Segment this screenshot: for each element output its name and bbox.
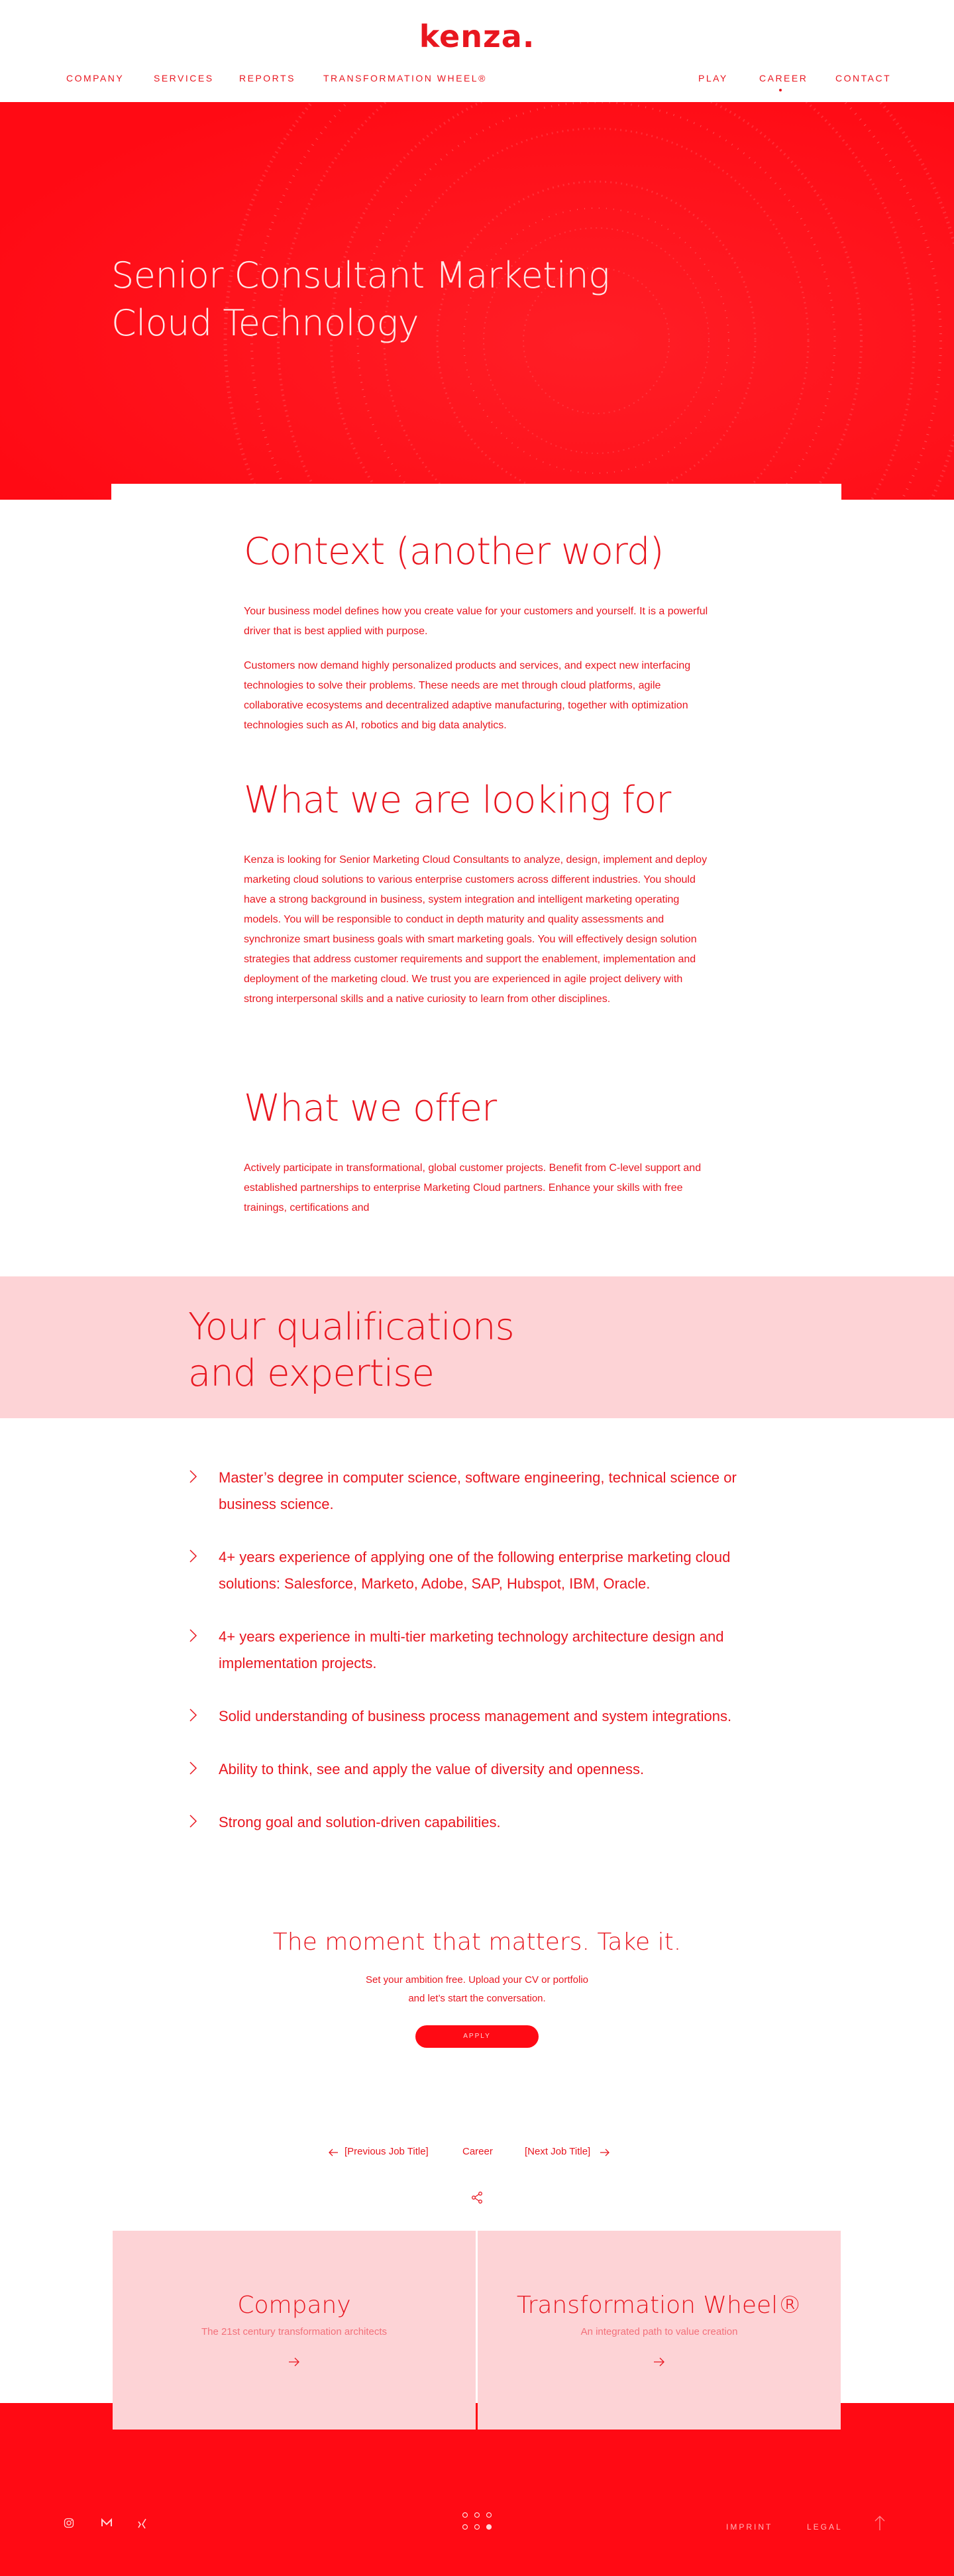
content-card-top	[111, 484, 841, 510]
nav-item-contact[interactable]: CONTACT	[835, 73, 891, 84]
offer-heading: What we offer	[244, 1087, 497, 1130]
qualification-text: Master’s degree in computer science, sof…	[219, 1469, 737, 1512]
nav-item-services[interactable]: SERVICES	[154, 73, 214, 84]
scroll-to-top-icon[interactable]	[873, 2514, 886, 2532]
instagram-icon[interactable]	[64, 2518, 74, 2528]
chevron-right-icon	[189, 1815, 197, 1828]
apply-button[interactable]: APPLY	[415, 2025, 539, 2048]
qualification-text: Ability to think, see and apply the valu…	[219, 1761, 645, 1777]
job-title: Senior Consultant Marketing Cloud Techno…	[111, 254, 610, 344]
qualification-text: 4+ years experience in multi-tier market…	[219, 1628, 724, 1671]
qualifications-heading: Your qualifications and expertise	[188, 1304, 515, 1397]
cta-subtext: Set your ambition free. Upload your CV o…	[0, 1971, 954, 2008]
arrow-left-icon[interactable]	[327, 2148, 339, 2157]
qualifications-heading-line-1: Your qualifications	[188, 1306, 515, 1349]
legal-link[interactable]: LEGAL	[807, 2522, 843, 2532]
teaser-subtitle: The 21st century transformation architec…	[201, 2326, 388, 2337]
next-job-link[interactable]: [Next Job Title]	[525, 2146, 590, 2157]
qualification-text: Solid understanding of business process …	[219, 1708, 732, 1724]
chevron-right-icon	[189, 1629, 197, 1642]
share-icon[interactable]	[470, 2191, 484, 2204]
qualification-text: Strong goal and solution-driven capabili…	[219, 1814, 501, 1830]
teaser-title: Transformation Wheel®	[516, 2292, 802, 2319]
arrow-right-icon[interactable]	[599, 2148, 611, 2157]
kenza-logo[interactable]: kenza.	[0, 19, 954, 54]
cta-subtext-line-2: and let’s start the conversation.	[408, 1993, 546, 2004]
cta-heading: The moment that matters. Take it.	[272, 1929, 682, 1956]
transformation-wheel-teaser-card[interactable]: Transformation Wheel® An integrated path…	[478, 2231, 841, 2430]
medium-icon[interactable]	[101, 2518, 113, 2528]
context-paragraph-2: Customers now demand highly personalized…	[244, 660, 691, 731]
qualification-text: 4+ years experience of applying one of t…	[219, 1549, 731, 1592]
qualifications-band: Your qualifications and expertise	[0, 1276, 954, 1418]
looking-for-heading: What we are looking for	[244, 779, 671, 822]
active-nav-indicator	[779, 89, 782, 91]
looking-for-paragraph: Kenza is looking for Senior Marketing Cl…	[244, 854, 708, 1005]
chevron-right-icon	[189, 1762, 197, 1775]
context-heading: Context (another word)	[244, 530, 664, 573]
pagination-dots[interactable]	[461, 2511, 493, 2535]
teaser-subtitle: An integrated path to value creation	[580, 2326, 738, 2337]
company-teaser-card[interactable]: Company The 21st century transformation …	[113, 2231, 476, 2430]
nav-item-career[interactable]: CAREER	[759, 73, 808, 84]
chevron-right-icon	[189, 1470, 197, 1483]
nav-item-reports[interactable]: REPORTS	[239, 73, 295, 84]
arrow-right-icon	[289, 2357, 299, 2367]
imprint-link[interactable]: IMPRINT	[726, 2522, 772, 2532]
offer-paragraph: Actively participate in transformational…	[244, 1162, 702, 1213]
nav-item-company[interactable]: COMPANY	[66, 73, 124, 84]
chevron-right-icon	[189, 1549, 197, 1563]
teaser-title: Company	[237, 2292, 351, 2319]
nav-item-play[interactable]: PLAY	[698, 73, 728, 84]
cta-subtext-line-1: Set your ambition free. Upload your CV o…	[366, 1974, 588, 1986]
nav-item-transformation-wheel[interactable]: TRANSFORMATION WHEEL®	[323, 73, 487, 84]
hero-banner: Senior Consultant Marketing Cloud Techno…	[0, 102, 954, 500]
career-link[interactable]: Career	[462, 2146, 493, 2157]
previous-job-link[interactable]: [Previous Job Title]	[344, 2146, 429, 2157]
qualifications-heading-line-2: and expertise	[188, 1352, 435, 1395]
context-paragraph-1: Your business model defines how you crea…	[244, 606, 708, 637]
chevron-right-icon	[189, 1708, 197, 1722]
arrow-right-icon	[654, 2357, 664, 2367]
xing-icon[interactable]	[136, 2518, 148, 2530]
site-header: kenza. COMPANY SERVICES REPORTS TRANSFOR…	[0, 0, 954, 102]
